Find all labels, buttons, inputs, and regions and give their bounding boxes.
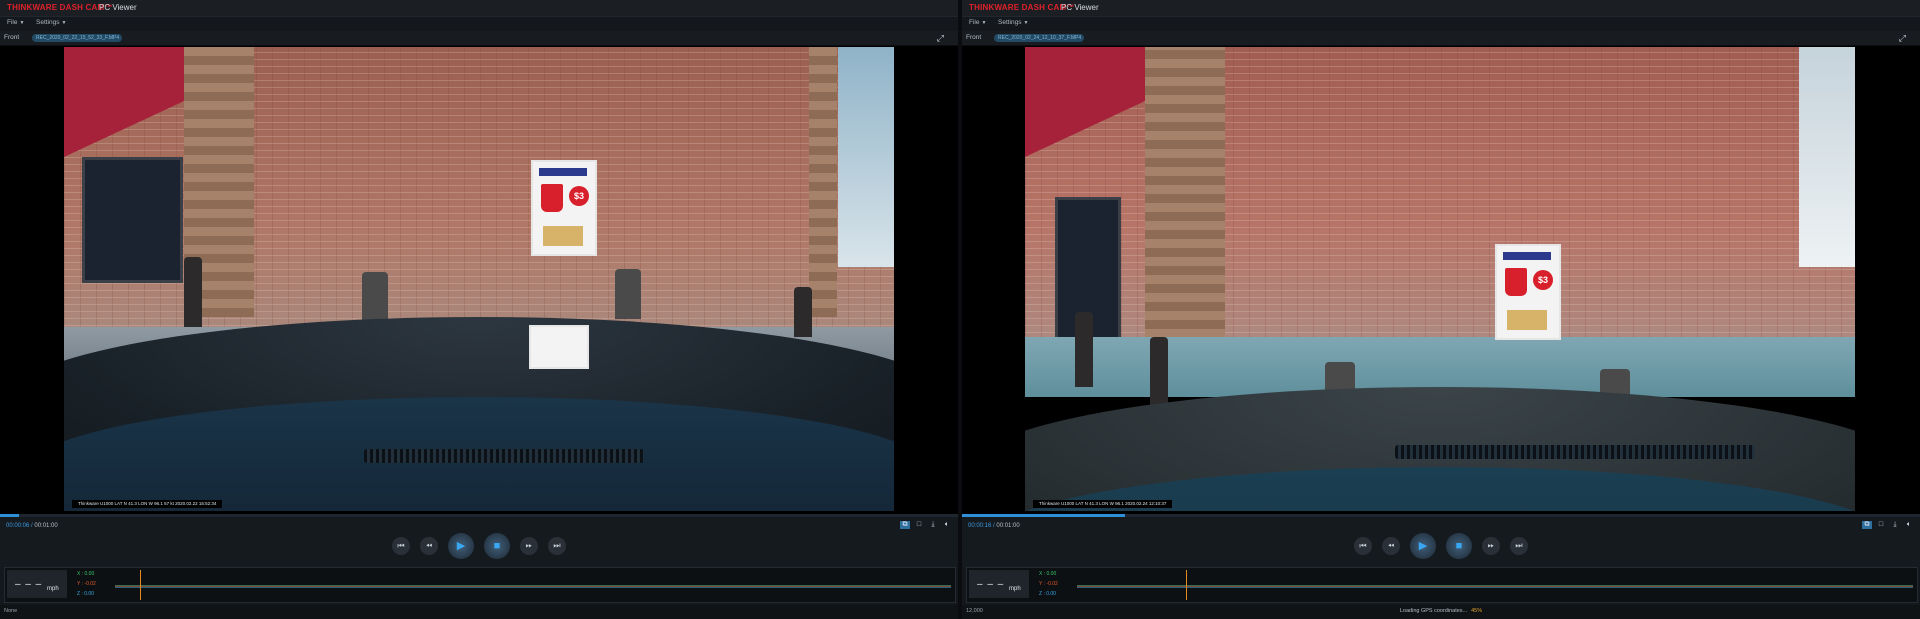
- file-name-field[interactable]: REC_2020_02_24_12_10_37_F.MP4: [994, 34, 1084, 42]
- chevron-down-icon: ▼: [981, 20, 987, 26]
- play-button[interactable]: ▶: [448, 533, 474, 559]
- g-sensor-y: Y : -0.02: [1039, 581, 1058, 587]
- g-sensor-graph[interactable]: [115, 570, 951, 600]
- menu-settings[interactable]: Settings ▼: [36, 19, 66, 26]
- next-track-button[interactable]: ⏭︎: [548, 537, 566, 555]
- stop-button[interactable]: ■: [1446, 533, 1472, 559]
- menu-settings[interactable]: Settings ▼: [998, 19, 1028, 26]
- fullscreen-icon[interactable]: ⤢: [937, 33, 944, 44]
- fast-forward-button[interactable]: ⏩︎: [520, 537, 538, 555]
- split-view-icon[interactable]: ⧉: [1862, 521, 1872, 529]
- export-icon[interactable]: ⤓: [1890, 521, 1900, 529]
- menu-bar: File ▼ Settings ▼: [0, 16, 958, 31]
- app-root: THINKWARE DASH CAM™ PC Viewer File ▼ Sett…: [0, 0, 1920, 619]
- g-sensor-z: Z : 0.00: [77, 591, 94, 597]
- video-osd: Thinkware U1000 LAT N 41.3 LON W 96.1 57…: [72, 500, 223, 508]
- status-bar: 12,000 Loading GPS coordinates... 45%: [962, 605, 1920, 619]
- video-frame: $3 Thinkware U1000 LAT N 41.3 LON W 96.1…: [64, 47, 894, 511]
- video-osd: Thinkware U1000 LAT N 41.3 LON W 96.1 20…: [1033, 500, 1173, 508]
- g-sensor-x: X : 0.00: [1039, 571, 1057, 577]
- title-bar: THINKWARE DASH CAM™ PC Viewer: [0, 0, 958, 16]
- video-frame: $3 Thinkware U1000 LAT N 41.3 LON W 96.1…: [1025, 47, 1855, 511]
- g-sensor-graph[interactable]: [1077, 570, 1913, 600]
- playback-controls: 00:00:16 / 00:01:00 ⧉ □ ⤓ 🔈︎ ⏮︎ ⏪︎ ▶ ■ ⏩…: [962, 517, 1920, 567]
- rewind-icon: ⏪︎: [425, 541, 433, 550]
- file-path-bar: Front REC_2020_02_24_12_10_37_F.MP4 ⤢: [962, 31, 1920, 46]
- window-icon[interactable]: □: [1876, 521, 1886, 529]
- fast-forward-icon: ⏩︎: [1487, 541, 1495, 550]
- prev-track-button[interactable]: ⏮︎: [1354, 537, 1372, 555]
- menu-file[interactable]: File ▼: [969, 19, 986, 26]
- status-message: Loading GPS coordinates... 45%: [1399, 608, 1483, 614]
- split-view-icon[interactable]: ⧉: [900, 521, 910, 529]
- stop-icon: ■: [493, 540, 501, 552]
- viewer-pane-left: THINKWARE DASH CAM™ PC Viewer File ▼ Sett…: [0, 0, 958, 619]
- chevron-down-icon: ▼: [61, 20, 67, 26]
- chevron-down-icon: ▼: [1023, 20, 1029, 26]
- viewer-pane-right: THINKWARE DASH CAM™ PC Viewer File ▼ Sett…: [962, 0, 1920, 619]
- rewind-button[interactable]: ⏪︎: [1382, 537, 1400, 555]
- poster-image: $3: [1495, 244, 1561, 340]
- export-icon[interactable]: ⤓: [928, 521, 938, 529]
- play-icon: ▶: [456, 540, 466, 552]
- prev-track-icon: ⏮︎: [1359, 541, 1367, 550]
- play-icon: ▶: [1418, 540, 1428, 552]
- next-track-button[interactable]: ⏭︎: [1510, 537, 1528, 555]
- next-track-icon: ⏭︎: [1515, 541, 1523, 550]
- prev-track-button[interactable]: ⏮︎: [392, 537, 410, 555]
- g-sensor-x: X : 0.00: [77, 571, 95, 577]
- menu-file[interactable]: File ▼: [7, 19, 24, 26]
- g-sensor-y: Y : -0.02: [77, 581, 96, 587]
- video-player[interactable]: $3 Thinkware U1000 LAT N 41.3 LON W 96.1…: [0, 46, 958, 514]
- app-title: PC Viewer: [1061, 3, 1099, 12]
- camera-label: Front: [4, 34, 20, 41]
- g-sensor-panel: – – – mph X : 0.00 Y : -0.02 Z : 0.00: [4, 567, 956, 603]
- file-name-field[interactable]: REC_2020_02_22_15_52_33_F.MP4: [32, 34, 122, 42]
- menu-bar: File ▼ Settings ▼: [962, 16, 1920, 31]
- g-sensor-cursor[interactable]: [1185, 570, 1187, 600]
- title-bar: THINKWARE DASH CAM™ PC Viewer: [962, 0, 1920, 16]
- volume-icon[interactable]: 🔈︎: [1904, 521, 1914, 529]
- prev-track-icon: ⏮︎: [397, 541, 405, 550]
- chevron-down-icon: ▼: [19, 20, 25, 26]
- window-icon[interactable]: □: [914, 521, 924, 529]
- speed-display: – – – mph: [969, 570, 1029, 598]
- fast-forward-icon: ⏩︎: [525, 541, 533, 550]
- play-button[interactable]: ▶: [1410, 533, 1436, 559]
- stop-button[interactable]: ■: [484, 533, 510, 559]
- status-left: None: [4, 608, 18, 614]
- status-bar: None: [0, 605, 958, 619]
- poster-image: $3: [531, 160, 597, 256]
- rewind-button[interactable]: ⏪︎: [420, 537, 438, 555]
- g-sensor-cursor[interactable]: [140, 570, 142, 600]
- rewind-icon: ⏪︎: [1387, 541, 1395, 550]
- time-readout: 00:00:16 / 00:01:00: [968, 523, 1020, 529]
- fast-forward-button[interactable]: ⏩︎: [1482, 537, 1500, 555]
- camera-label: Front: [966, 34, 982, 41]
- brand-logo: THINKWARE DASH CAM™: [7, 3, 113, 12]
- loading-percent: 45%: [1471, 608, 1483, 614]
- brand-logo: THINKWARE DASH CAM™: [969, 3, 1075, 12]
- g-sensor-z: Z : 0.00: [1039, 591, 1056, 597]
- speed-display: – – – mph: [7, 570, 67, 598]
- next-track-icon: ⏭︎: [553, 541, 561, 550]
- volume-icon[interactable]: 🔈︎: [942, 521, 952, 529]
- playback-controls: 00:00:06 / 00:01:00 ⧉ □ ⤓ 🔈︎ ⏮︎ ⏪︎ ▶ ■ ⏩…: [0, 517, 958, 567]
- app-title: PC Viewer: [99, 3, 137, 12]
- file-path-bar: Front REC_2020_02_22_15_52_33_F.MP4 ⤢: [0, 31, 958, 46]
- fullscreen-icon[interactable]: ⤢: [1899, 33, 1906, 44]
- g-sensor-panel: – – – mph X : 0.00 Y : -0.02 Z : 0.00: [966, 567, 1918, 603]
- time-readout: 00:00:06 / 00:01:00: [6, 523, 58, 529]
- video-player[interactable]: $3 Thinkware U1000 LAT N 41.3 LON W 96.1…: [962, 46, 1920, 514]
- stop-icon: ■: [1455, 540, 1463, 552]
